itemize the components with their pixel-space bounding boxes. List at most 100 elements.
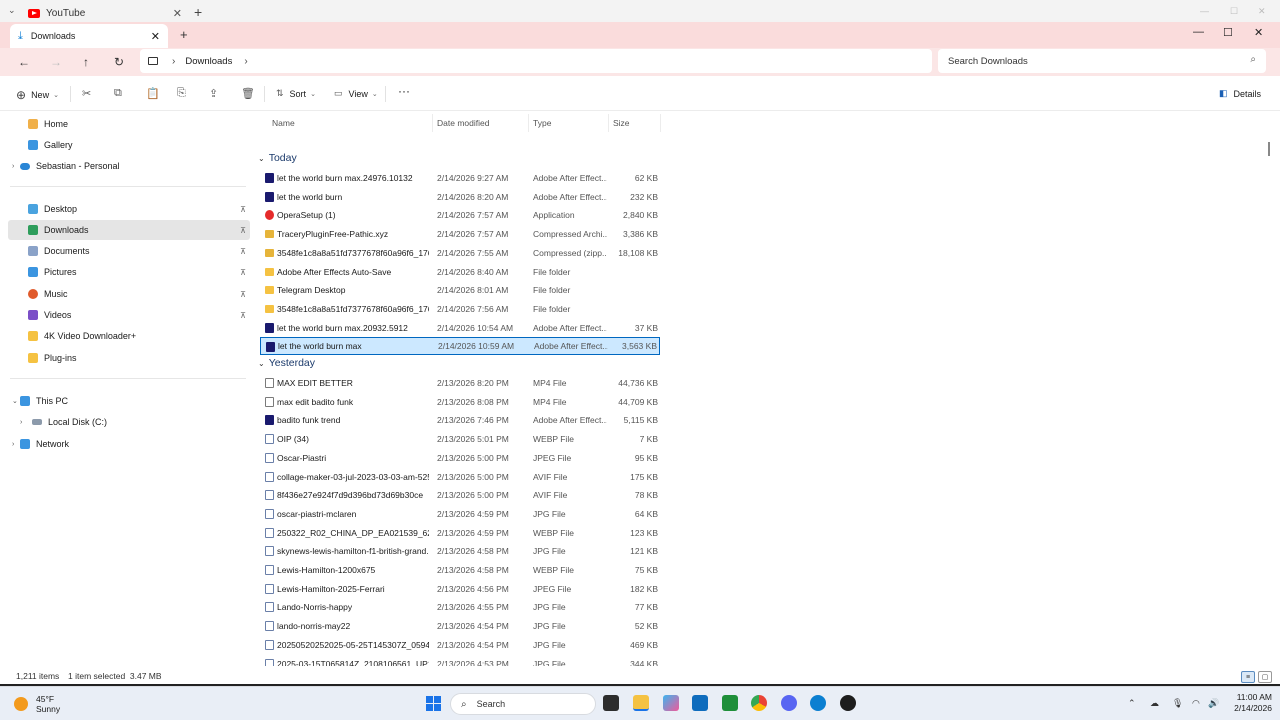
start-button[interactable] — [426, 696, 441, 711]
table-row[interactable]: Telegram Desktop 2/14/2026 8:01 AM File fo… — [260, 281, 660, 299]
table-row[interactable]: 3548fe1c8a8a51fd7377678f60a96f6_1760... 2… — [260, 300, 660, 318]
store-icon[interactable] — [692, 695, 708, 711]
delete-icon[interactable]: 🗑 — [241, 87, 255, 100]
sidebar-item-plug-ins[interactable]: Plug-ins — [8, 348, 250, 368]
scrollbar-thumb[interactable] — [1268, 142, 1270, 156]
table-row[interactable]: TraceryPluginFree-Pathic.xyz 2/14/2026 7:… — [260, 225, 660, 243]
rename-icon[interactable]: ⎘ — [177, 87, 186, 100]
close-button[interactable]: ✕ — [1254, 26, 1263, 39]
breadcrumb-downloads[interactable]: Downloads — [185, 56, 232, 67]
taskbar-search[interactable]: ⌕ Search — [450, 693, 596, 715]
table-row[interactable]: 20250520252025-05-25T145307Z_05946... 2/1… — [260, 636, 660, 654]
column-header-type[interactable]: Type — [533, 112, 551, 134]
table-row[interactable]: Lando-Norris-happy 2/13/2026 4:55 PM JPG F… — [260, 598, 660, 616]
vertical-scrollbar[interactable] — [1268, 114, 1272, 674]
sort-button[interactable]: ⇅ Sort ⌄ — [276, 88, 316, 99]
tab-downloads[interactable]: ⤓ Downloads ✕ — [10, 24, 168, 48]
sidebar-item-desktop[interactable]: Desktop ⊼ — [8, 199, 250, 219]
discord-icon[interactable] — [781, 695, 797, 711]
browser-tab-close-icon[interactable]: ✕ — [173, 7, 182, 20]
forward-button[interactable]: → — [50, 55, 62, 69]
tiles-view-icon[interactable]: ▢ — [1258, 671, 1272, 683]
table-row[interactable]: MAX EDIT BETTER 2/13/2026 8:20 PM MP4 File… — [260, 374, 660, 392]
paste-icon[interactable]: 📋 — [146, 87, 160, 100]
table-row[interactable]: OIP (34) 2/13/2026 5:01 PM WEBP File 7 KB — [260, 430, 660, 448]
file-explorer-icon[interactable] — [633, 695, 649, 711]
column-header-name[interactable]: Name — [272, 112, 295, 134]
chrome-icon[interactable] — [751, 695, 767, 711]
copy-icon[interactable]: ⧉ — [114, 87, 122, 100]
browser-new-tab-button[interactable]: + — [194, 4, 202, 20]
clock[interactable]: 11:00 AM 2/14/2026 — [1222, 692, 1272, 714]
tab-list-chevron-icon[interactable]: ⌄ — [8, 5, 16, 16]
sidebar-item-videos[interactable]: Videos ⊼ — [8, 305, 250, 325]
sidebar-item-local-disk[interactable]: › Local Disk (C:) — [8, 412, 250, 432]
breadcrumb-separator-icon[interactable]: › — [244, 56, 247, 67]
table-row[interactable]: collage-maker-03-jul-2023-03-03-am-5256 2… — [260, 468, 660, 486]
group-header-yesterday[interactable]: ⌄ Yesterday — [258, 357, 315, 369]
volume-icon[interactable]: 🔊 — [1208, 698, 1219, 709]
table-row[interactable]: oscar-piastri-mclaren 2/13/2026 4:59 PM JP… — [260, 505, 660, 523]
sidebar-item-documents[interactable]: Documents ⊼ — [8, 241, 250, 261]
column-header-date[interactable]: Date modified — [437, 112, 489, 134]
expand-icon[interactable]: › — [20, 419, 22, 426]
table-row[interactable]: skynews-lewis-hamilton-f1-british-grand.… — [260, 542, 660, 560]
table-row[interactable]: let the world burn 2/14/2026 8:20 AM Adobe… — [260, 188, 660, 206]
sidebar-item-this-pc[interactable]: ⌄ This PC — [8, 391, 250, 411]
table-row[interactable]: let the world burn max.20932.5912 2/14/20… — [260, 319, 660, 337]
table-row[interactable]: let the world burn max 2/14/2026 10:59 AM… — [260, 337, 660, 356]
maximize-button[interactable]: ☐ — [1223, 26, 1233, 39]
table-row[interactable]: 3548fe1c8a8a51fd7377678f60a96f6_1760... 2… — [260, 244, 660, 262]
breadcrumb-separator-icon[interactable]: › — [172, 56, 175, 67]
table-row[interactable]: Lewis-Hamilton-1200x675 2/13/2026 4:58 PM… — [260, 561, 660, 579]
minimize-button[interactable]: — — [1193, 26, 1204, 38]
table-row[interactable]: max edit badito funk 2/13/2026 8:08 PM MP4… — [260, 393, 660, 411]
search-input[interactable]: Search Downloads ⌕ — [938, 49, 1266, 73]
microphone-icon[interactable]: 🎙 — [1172, 698, 1183, 709]
sidebar-item-onedrive[interactable]: › Sebastian - Personal — [8, 156, 250, 176]
new-button[interactable]: ⊕ New ⌄ — [16, 88, 59, 102]
tab-close-icon[interactable]: ✕ — [151, 30, 160, 43]
share-icon[interactable]: ⇪ — [209, 87, 218, 100]
more-options-button[interactable]: ··· — [398, 84, 410, 98]
group-header-today[interactable]: ⌄ Today — [258, 152, 297, 164]
refresh-button[interactable]: ↻ — [114, 55, 124, 69]
expand-icon[interactable]: › — [12, 441, 14, 448]
table-row[interactable]: OperaSetup (1) 2/14/2026 7:57 AM Applicati… — [260, 206, 660, 224]
back-button[interactable]: ← — [18, 55, 30, 69]
excel-icon[interactable] — [722, 695, 738, 711]
wifi-icon[interactable]: ◠ — [1192, 698, 1200, 709]
sidebar-item-downloads[interactable]: Downloads ⊼ — [8, 220, 250, 240]
table-row[interactable]: let the world burn max.24976.10132 2/14/2… — [260, 169, 660, 187]
table-row[interactable]: Adobe After Effects Auto-Save 2/14/2026 8… — [260, 263, 660, 281]
breadcrumb[interactable]: › Downloads › — [140, 49, 932, 73]
sidebar-item-pictures[interactable]: Pictures ⊼ — [8, 262, 250, 282]
collapse-icon[interactable]: ⌄ — [12, 397, 18, 405]
view-button[interactable]: ▭ View ⌄ — [334, 88, 378, 99]
edge-icon[interactable] — [810, 695, 826, 711]
sidebar-item-gallery[interactable]: Gallery — [8, 135, 250, 155]
sidebar-item-home[interactable]: Home — [8, 114, 250, 134]
cloud-sync-icon[interactable]: ☁ — [1150, 698, 1159, 709]
details-view-icon[interactable]: ≡ — [1241, 671, 1255, 683]
sidebar-item-music[interactable]: Music ⊼ — [8, 284, 250, 304]
up-button[interactable]: ↑ — [83, 55, 89, 69]
new-tab-button[interactable]: + — [180, 27, 188, 42]
copilot-icon[interactable] — [663, 695, 679, 711]
app-icon[interactable] — [840, 695, 856, 711]
sidebar-item-4k-video-downloader[interactable]: 4K Video Downloader+ — [8, 326, 250, 346]
table-row[interactable]: Oscar-Piastri 2/13/2026 5:00 PM JPEG File 9… — [260, 449, 660, 467]
cut-icon[interactable]: ✂ — [82, 87, 91, 100]
weather-widget[interactable]: 45°F Sunny — [14, 694, 60, 714]
task-view-icon[interactable] — [603, 695, 619, 711]
table-row[interactable]: lando-norris-may22 2/13/2026 4:54 PM JPG F… — [260, 617, 660, 635]
table-row[interactable]: badito funk trend 2/13/2026 7:46 PM Adobe … — [260, 411, 660, 429]
browser-tab-youtube[interactable]: YouTube ✕ — [28, 4, 188, 22]
sidebar-item-network[interactable]: › Network — [8, 434, 250, 454]
expand-icon[interactable]: › — [12, 163, 14, 170]
table-row[interactable]: 8f436e27e924f7d9d396bd73d69b30ce 2/13/202… — [260, 486, 660, 504]
column-header-size[interactable]: Size — [613, 112, 630, 134]
table-row[interactable]: Lewis-Hamilton-2025-Ferrari 2/13/2026 4:5… — [260, 580, 660, 598]
show-hidden-icons-icon[interactable]: ⌃ — [1128, 698, 1136, 709]
details-button[interactable]: ◧ Details — [1219, 88, 1261, 99]
